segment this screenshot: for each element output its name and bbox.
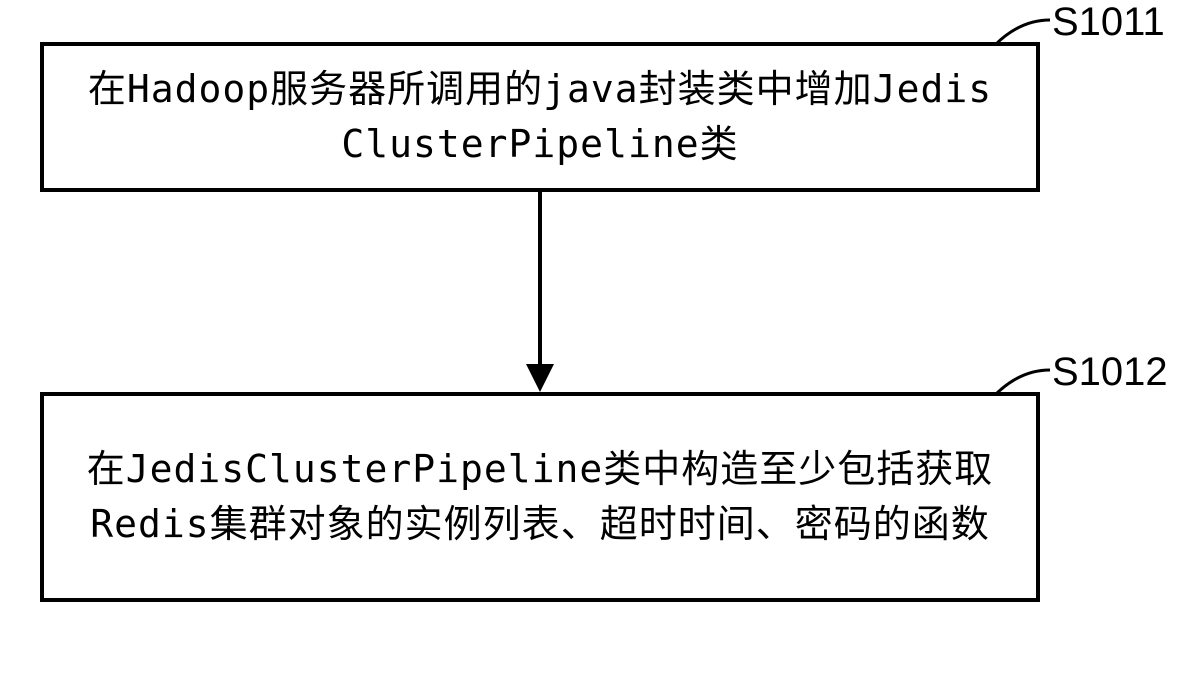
flowchart-diagram: S1011 在Hadoop服务器所调用的java封装类中增加Jedis Clus… <box>0 0 1189 682</box>
step-label-s1012: S1012 <box>1052 350 1168 395</box>
step-label-text: S1012 <box>1052 350 1168 394</box>
flow-step-s1011: 在Hadoop服务器所调用的java封装类中增加Jedis ClusterPip… <box>40 42 1040 192</box>
flow-step-text: 在Hadoop服务器所调用的java封装类中增加Jedis ClusterPip… <box>64 62 1016 172</box>
flow-step-text: 在JedisClusterPipeline类中构造至少包括获取Redis集群对象… <box>64 442 1016 552</box>
flow-step-s1012: 在JedisClusterPipeline类中构造至少包括获取Redis集群对象… <box>40 392 1040 602</box>
flow-arrow-1-to-2 <box>520 192 560 394</box>
step-label-text: S1011 <box>1052 0 1165 44</box>
step-label-s1011: S1011 <box>1052 0 1165 45</box>
